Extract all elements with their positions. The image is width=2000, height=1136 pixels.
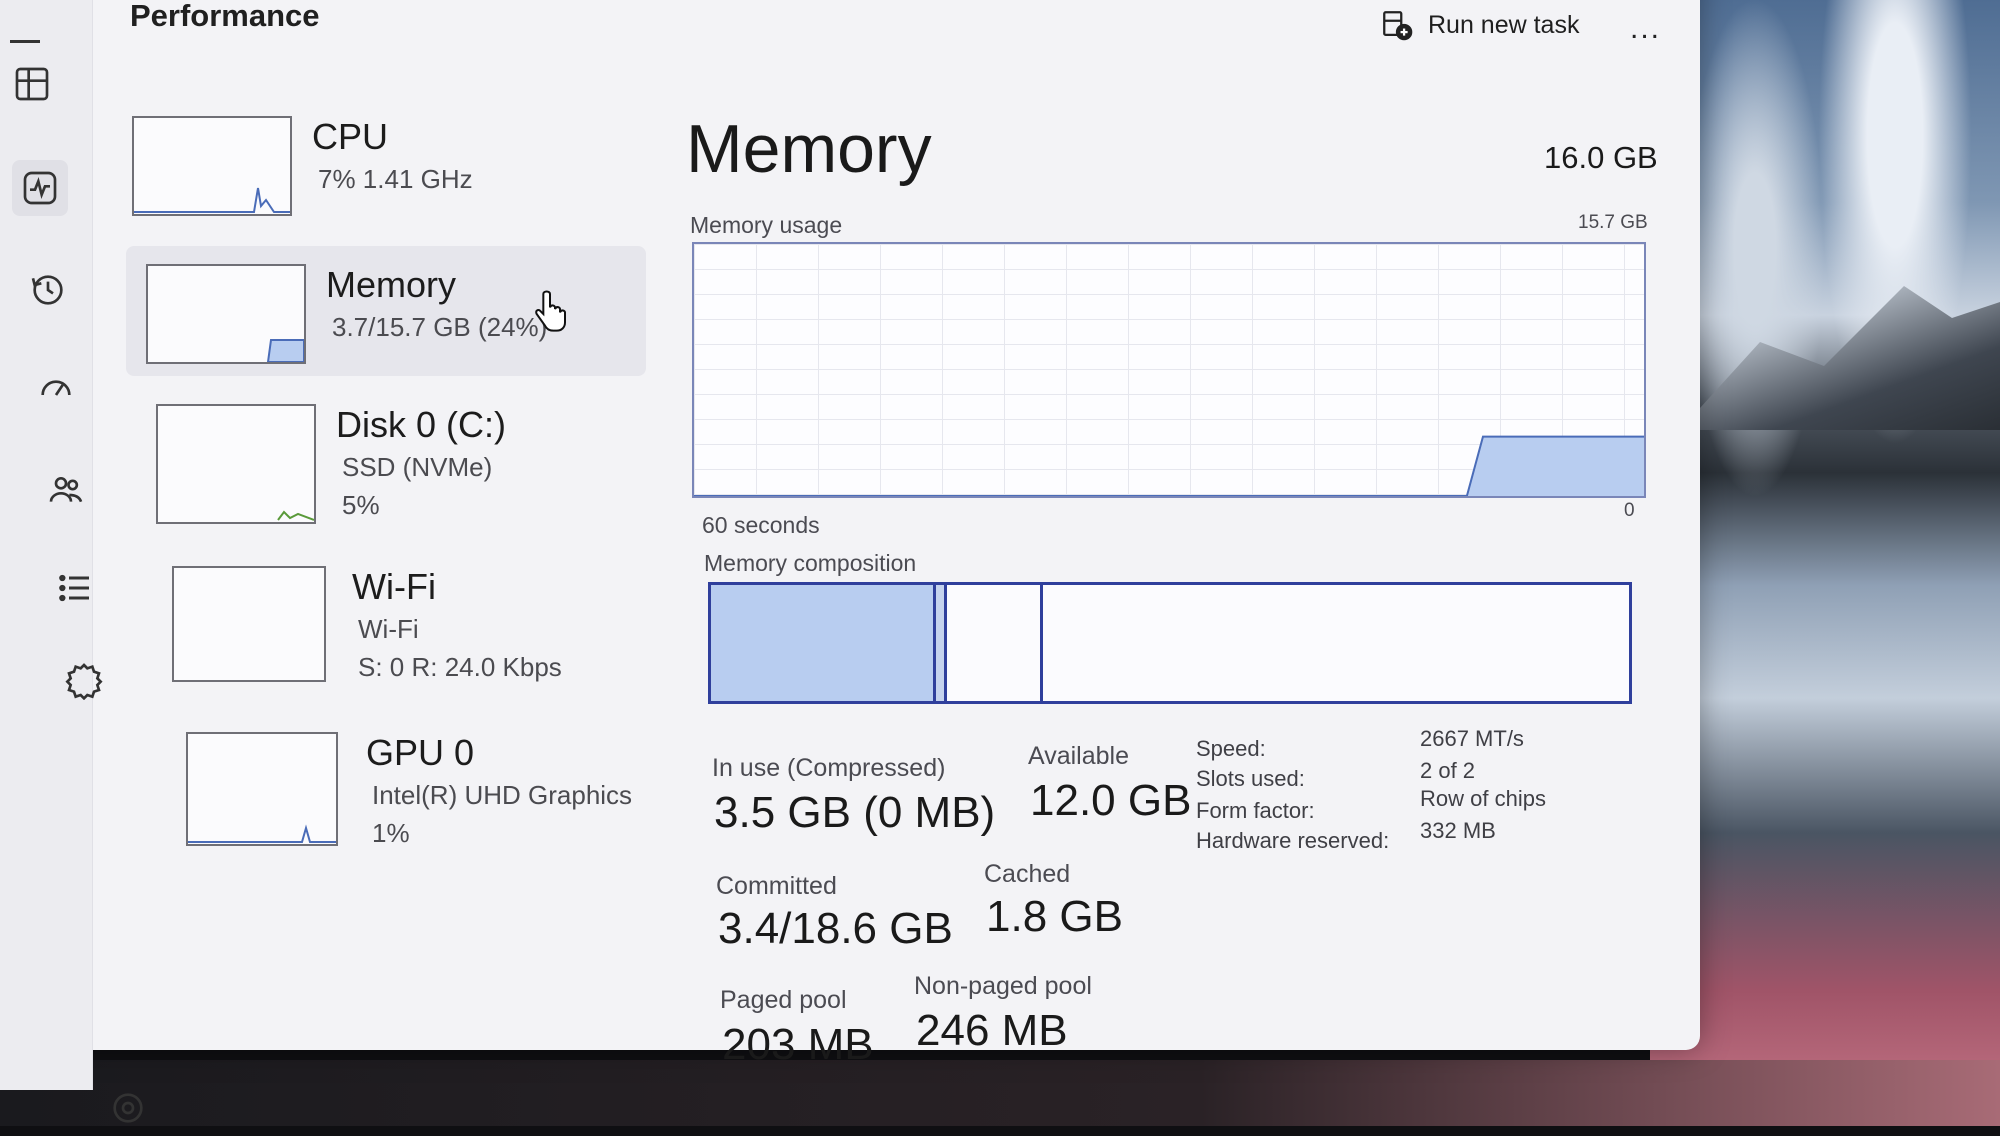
desktop-wallpaper [1650,0,2000,1126]
gpu-thumbnail-graph [186,732,338,846]
usage-graph-label: Memory usage [690,212,843,238]
form-factor-key: Form factor: [1196,798,1315,823]
menu-icon[interactable] [10,40,40,43]
non-paged-pool-label: Non-paged pool [914,972,1092,1000]
paged-pool-label: Paged pool [720,986,847,1014]
composition-segment-modified[interactable] [935,585,947,701]
device-detail: Intel(R) UHD Graphics [372,780,633,810]
navigation-rail [0,0,143,1123]
memory-usage-chart [694,435,1644,496]
startup-apps-icon[interactable] [28,362,84,418]
page-title: Performance [130,0,320,33]
memory-heading: Memory [686,111,932,187]
device-detail: 3.7/15.7 GB (24%) [332,312,548,342]
run-new-task-label: Run new task [1428,10,1580,39]
device-name: Memory [326,264,457,305]
users-icon[interactable] [38,462,94,518]
usage-graph-min: 0 [1624,500,1635,521]
available-value: 12.0 GB [1030,776,1192,825]
slots-used-key: Slots used: [1196,766,1305,791]
speed-value: 2667 MT/s [1420,726,1524,751]
device-name: GPU 0 [366,732,475,773]
processes-icon[interactable] [4,56,60,112]
more-options-button[interactable]: ... [1630,12,1661,46]
services-icon[interactable] [56,652,112,708]
hardware-reserved-key: Hardware reserved: [1196,828,1390,853]
cached-value: 1.8 GB [986,892,1123,941]
composition-segment-standby[interactable] [946,585,1044,701]
committed-value: 3.4/18.6 GB [718,904,953,953]
speed-key: Speed: [1196,736,1266,761]
device-name: Disk 0 (C:) [336,404,506,445]
run-task-icon [1383,11,1413,41]
device-detail: 7% 1.41 GHz [318,164,473,194]
details-icon[interactable] [46,560,102,616]
memory-usage-graph [692,242,1646,498]
memory-usage-area [694,436,1644,496]
in-use-label: In use (Compressed) [712,754,946,782]
composition-label: Memory composition [704,550,917,576]
memory-composition-bar[interactable] [708,582,1632,704]
non-paged-pool-value: 246 MB [916,1006,1068,1055]
hand-cursor-icon [535,290,566,332]
cached-label: Cached [984,860,1071,888]
task-manager-window: Performance Run new task ... CPU 7% 1.41… [0,0,1700,1123]
composition-segment-free[interactable] [1043,585,1629,701]
committed-label: Committed [716,872,837,900]
slots-used-value: 2 of 2 [1420,758,1476,783]
hardware-reserved-value: 332 MB [1420,818,1496,843]
device-name: CPU [312,116,389,157]
usage-graph-max: 15.7 GB [1578,212,1648,233]
wifi-thumbnail-graph [172,566,326,682]
device-detail: SSD (NVMe) [342,452,493,482]
device-usage: 5% [342,490,380,520]
composition-segment-in-use[interactable] [711,585,936,701]
cpu-thumbnail-graph [132,116,292,216]
usage-time-span: 60 seconds [702,512,820,538]
form-factor-value: Row of chips [1420,786,1546,811]
device-throughput: S: 0 R: 24.0 Kbps [358,652,562,682]
device-detail: Wi-Fi [358,614,419,644]
memory-total: 16.0 GB [1544,140,1658,175]
app-history-icon[interactable] [20,262,76,318]
in-use-value: 3.5 GB (0 MB) [714,788,996,837]
paged-pool-value: 203 MB [722,1020,874,1069]
desktop-bottom-strip [0,1060,2000,1126]
available-label: Available [1028,742,1130,770]
settings-icon[interactable] [100,1080,156,1136]
memory-thumbnail-graph [146,264,306,364]
performance-icon[interactable] [12,160,68,216]
run-new-task-button[interactable]: Run new task [1380,8,1579,42]
disk-thumbnail-graph [156,404,316,524]
device-usage: 1% [372,818,410,848]
device-name: Wi-Fi [352,566,436,607]
